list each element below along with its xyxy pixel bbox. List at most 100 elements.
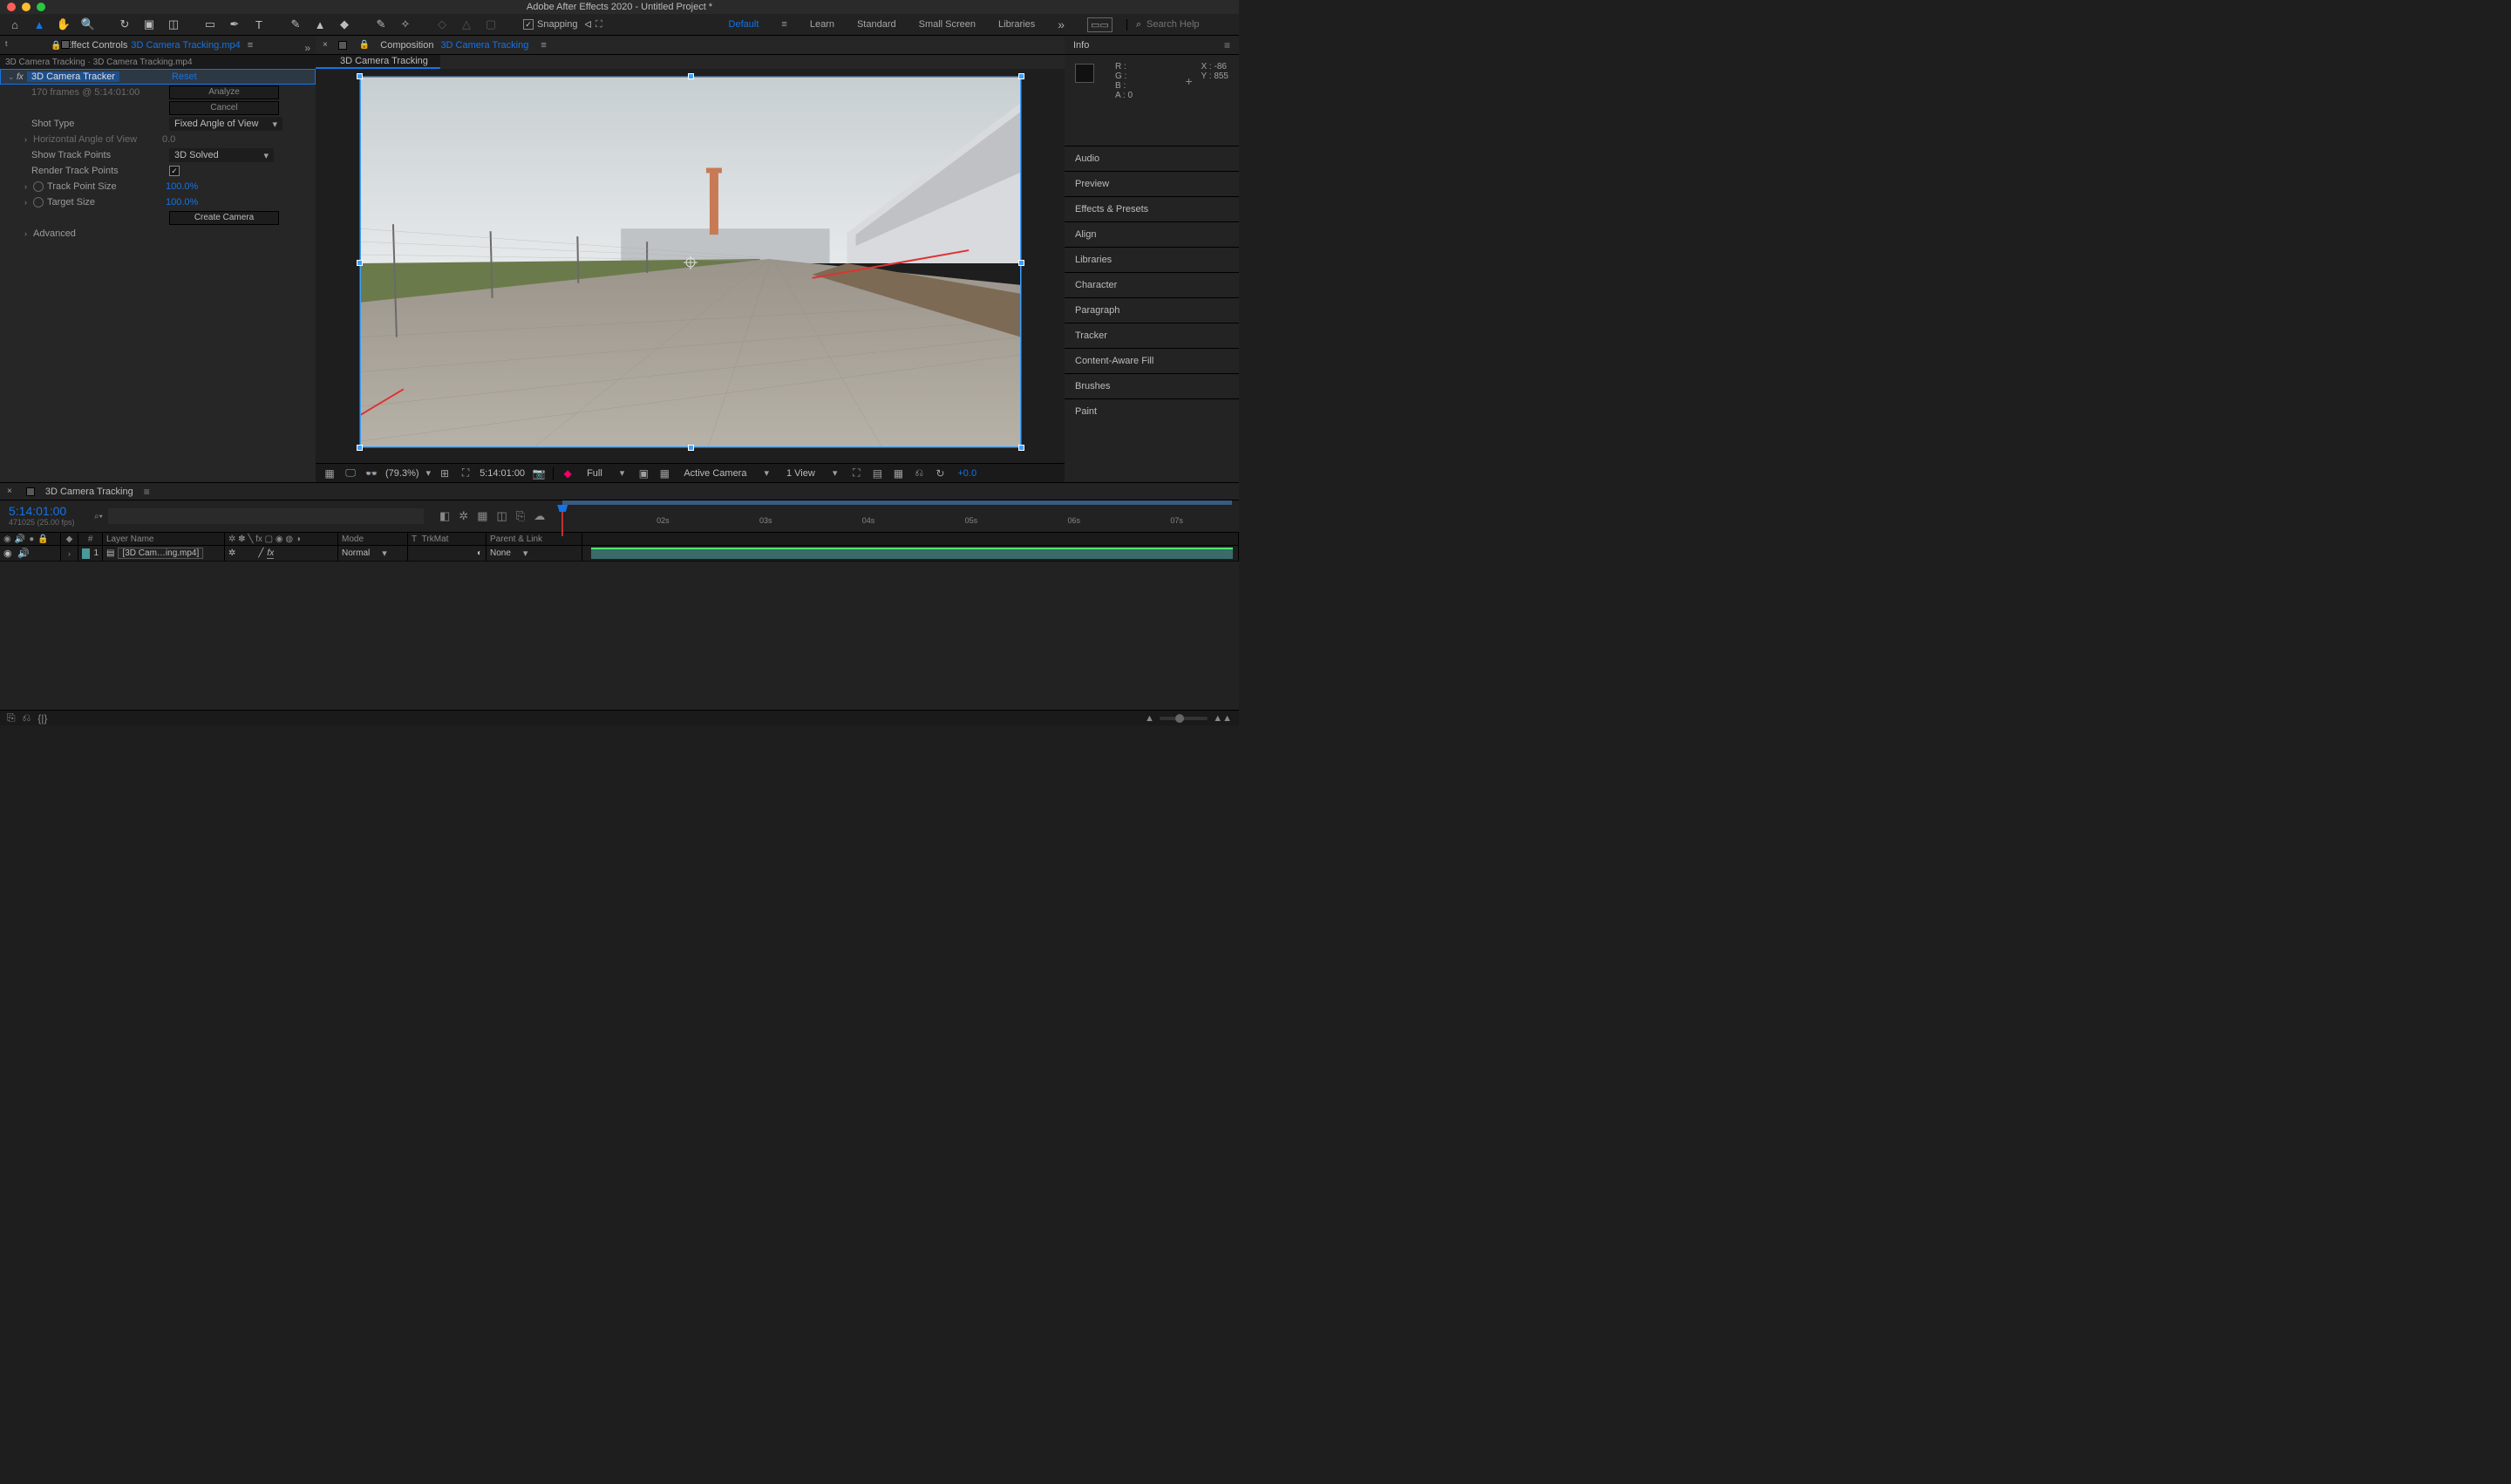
lock-header-icon[interactable]: 🔒	[37, 534, 48, 544]
frame-handle-e[interactable]	[1018, 260, 1024, 266]
workspace-more-icon[interactable]: »	[1058, 17, 1065, 31]
effect-controls-tab[interactable]: 🔒 Effect Controls 3D Camera Tracking.mp4…	[44, 37, 260, 54]
shot-type-dropdown[interactable]: Fixed Angle of View ▾	[169, 117, 282, 131]
frame-handle-sw[interactable]	[357, 445, 363, 451]
mode-header[interactable]: Mode	[342, 534, 364, 544]
layer-name[interactable]: [3D Cam…ing.mp4]	[118, 548, 203, 559]
frame-handle-s[interactable]	[688, 445, 694, 451]
mesh-tool-icon[interactable]: ◇	[432, 15, 452, 34]
frame-handle-n[interactable]	[688, 73, 694, 79]
brain-icon[interactable]: ☁	[534, 509, 545, 523]
tgt-size-value[interactable]: 100.0%	[166, 197, 198, 208]
flowchart-icon[interactable]: ⎌	[912, 466, 926, 480]
workspace-default[interactable]: Default	[729, 19, 759, 30]
tpsize-twirl-icon[interactable]: ›	[24, 182, 33, 191]
stopwatch-icon[interactable]	[33, 181, 44, 192]
stopwatch-icon[interactable]	[33, 197, 44, 208]
panel-align[interactable]: Align	[1065, 221, 1239, 247]
minimize-window-icon[interactable]	[22, 3, 31, 11]
tab-menu-icon[interactable]: ≡	[248, 40, 253, 51]
zoom-tool-icon[interactable]: 🔍	[78, 15, 98, 34]
eraser-tool-icon[interactable]: ◆	[335, 15, 354, 34]
solo-header-icon[interactable]: ●	[29, 534, 34, 544]
panel-content-aware-fill[interactable]: Content-Aware Fill	[1065, 348, 1239, 373]
render-tp-checkbox[interactable]	[169, 166, 180, 176]
pixel-aspect-icon[interactable]: ▤	[870, 467, 884, 480]
roto-brush-tool-icon[interactable]: ✎	[371, 15, 391, 34]
shy-icon[interactable]: ✲	[459, 509, 468, 523]
frame-blend-icon[interactable]: ▦	[477, 509, 487, 523]
tgtsize-twirl-icon[interactable]: ›	[24, 198, 33, 207]
layer-shy-icon[interactable]: ✲	[228, 548, 235, 558]
panel-brushes[interactable]: Brushes	[1065, 373, 1239, 398]
home-icon[interactable]: ⌂	[5, 15, 24, 34]
chevron-down-icon[interactable]: ▾	[426, 467, 432, 479]
info-menu-icon[interactable]: ≡	[1224, 39, 1230, 51]
layer-slash-icon[interactable]: ╱	[258, 548, 263, 558]
panel-more-icon[interactable]: »	[304, 42, 310, 54]
snapping-checkbox[interactable]	[523, 19, 534, 30]
layername-header[interactable]: Layer Name	[106, 534, 153, 544]
snapshot-icon[interactable]: 📷	[532, 467, 546, 480]
frame-handle-se[interactable]	[1018, 445, 1024, 451]
layer-t-toggle-icon[interactable]: ◐	[477, 548, 482, 558]
close-window-icon[interactable]	[7, 3, 16, 11]
camera-dropdown[interactable]: Active Camera▾	[678, 466, 774, 480]
zoom-in-icon[interactable]: ▲▲	[1213, 713, 1232, 724]
mesh3-tool-icon[interactable]: ▢	[481, 15, 500, 34]
layer-track-area[interactable]	[582, 546, 1239, 561]
zoom-value[interactable]: (79.3%)	[385, 468, 419, 479]
comp-tab-name[interactable]: 3D Camera Tracking	[440, 40, 528, 51]
rectangle-tool-icon[interactable]: ▭	[201, 15, 220, 34]
switch-icons[interactable]: ✲ ✽ ╲ fx ▢ ◉ ◍ ◑	[228, 534, 301, 544]
vr-icon[interactable]: ▭▭	[1087, 17, 1113, 32]
layer-fx-badge[interactable]: fx	[267, 548, 274, 559]
guides-icon[interactable]: ▣	[636, 467, 650, 480]
fast-preview-icon[interactable]: ▦	[891, 467, 905, 480]
timeline-search[interactable]: ⌕▾	[87, 500, 431, 532]
effect-twirl-icon[interactable]: ⌄	[8, 72, 17, 82]
info-panel-header[interactable]: Info ≡	[1065, 36, 1239, 55]
toggle-brackets-icon[interactable]: {|}	[37, 712, 47, 725]
timeline-tab-name[interactable]: 3D Camera Tracking	[45, 487, 133, 497]
orbit-tool-icon[interactable]: ↻	[115, 15, 134, 34]
layer-eye-icon[interactable]: ◉	[3, 548, 14, 559]
display-icon[interactable]: 🖵	[344, 466, 357, 480]
maximize-window-icon[interactable]	[37, 3, 45, 11]
snapping-toggle[interactable]: Snapping ᐊ ⛶	[523, 19, 602, 31]
tp-size-value[interactable]: 100.0%	[166, 181, 198, 192]
workspace-libraries[interactable]: Libraries	[998, 19, 1035, 30]
cancel-button[interactable]: Cancel	[169, 101, 279, 115]
selection-tool-icon[interactable]: ▲	[30, 15, 49, 34]
hav-twirl-icon[interactable]: ›	[24, 135, 33, 144]
mesh2-tool-icon[interactable]: △	[457, 15, 476, 34]
comp-menu-icon[interactable]: ≡	[541, 40, 546, 51]
toggle-switches-icon[interactable]: ⎘	[7, 711, 16, 725]
zoom-knob[interactable]	[1175, 714, 1184, 723]
views-dropdown[interactable]: 1 View▾	[781, 466, 842, 480]
workspace-smallscreen[interactable]: Small Screen	[919, 19, 976, 30]
panel-paint[interactable]: Paint	[1065, 398, 1239, 424]
mask-icon[interactable]: 👓	[364, 467, 378, 480]
channel-icon[interactable]: ◆	[561, 467, 575, 480]
crop1-icon[interactable]: ⛶	[849, 466, 863, 480]
layer-twirl-icon[interactable]: ›	[68, 549, 71, 558]
magnify-list-icon[interactable]: ▦	[323, 467, 337, 480]
layer-duration-bar[interactable]	[591, 548, 1233, 559]
create-camera-button[interactable]: Create Camera	[169, 211, 279, 225]
brush-tool-icon[interactable]: ✎	[286, 15, 305, 34]
speaker-header-icon[interactable]: 🔊	[15, 534, 25, 544]
timeline-search-input[interactable]	[108, 508, 424, 524]
toggle-modes-icon[interactable]: ⎌	[23, 711, 31, 725]
layer-speaker-icon[interactable]: 🔊	[17, 548, 28, 559]
comp-chip[interactable]: 3D Camera Tracking	[316, 55, 440, 69]
advanced-twirl-icon[interactable]: ›	[24, 229, 33, 238]
frame-handle-ne[interactable]	[1018, 73, 1024, 79]
pan-behind-tool-icon[interactable]: ◫	[164, 15, 183, 34]
resolution-icon[interactable]: ⊞	[438, 467, 452, 480]
fx-badge-icon[interactable]: fx	[17, 72, 27, 82]
label-header-icon[interactable]: ◆	[66, 534, 73, 544]
crop-icon[interactable]: ⛶	[459, 466, 473, 480]
viewer-timecode[interactable]: 5:14:01:00	[480, 468, 525, 479]
workspace-menu-icon[interactable]: ≡	[781, 19, 786, 30]
